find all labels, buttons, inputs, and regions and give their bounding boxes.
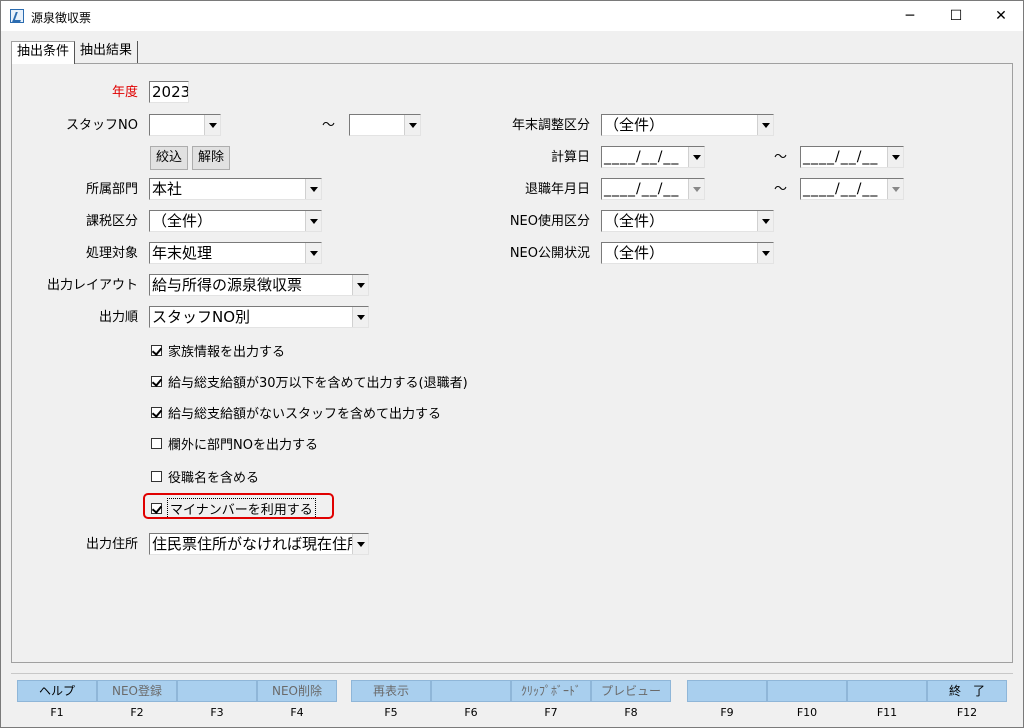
address-label: 出力住所	[85, 537, 138, 552]
chevron-down-icon[interactable]	[404, 115, 420, 135]
tax-select[interactable]: （全件）	[149, 210, 322, 232]
close-button[interactable]: ✕	[978, 1, 1024, 31]
chevron-down-icon[interactable]	[887, 147, 903, 167]
chevron-down-icon[interactable]	[305, 211, 321, 231]
app-icon	[10, 9, 24, 23]
checkbox-box[interactable]	[151, 375, 162, 387]
retire-date-to[interactable]: ____/__/__	[800, 178, 904, 200]
release-button[interactable]: 解除	[192, 146, 230, 170]
layout-select[interactable]: 給与所得の源泉徴収票	[149, 274, 369, 296]
include-position-checkbox[interactable]: 役職名を含める	[151, 467, 259, 486]
retire-date-label: 退職年月日	[524, 182, 590, 197]
chevron-down-icon[interactable]	[352, 307, 368, 327]
range-tilde: ～	[774, 150, 788, 165]
checkbox-box[interactable]	[151, 437, 162, 449]
staff-from-select[interactable]	[149, 114, 221, 136]
function-key-bar: ヘルプ NEO登録 NEO削除 再表示 ｸﾘｯﾌﾟﾎﾞｰﾄﾞ プレビュー 終 了…	[11, 673, 1013, 719]
fkey-label: F3	[210, 706, 224, 719]
checkbox-box[interactable]	[151, 344, 162, 356]
fkey-label: F12	[956, 706, 978, 719]
preview-button[interactable]: プレビュー	[591, 680, 671, 702]
chevron-down-icon[interactable]	[305, 179, 321, 199]
checkbox-box[interactable]	[151, 470, 162, 482]
yearend-select[interactable]: （全件）	[601, 114, 774, 136]
year-input[interactable]: 2023	[149, 81, 189, 103]
neo-use-label: NEO使用区分	[509, 214, 590, 229]
order-label: 出力順	[98, 310, 138, 325]
window-title: 源泉徴収票	[31, 11, 92, 25]
range-tilde: ～	[322, 118, 336, 133]
range-tilde: ～	[774, 182, 788, 197]
refresh-button[interactable]: 再表示	[351, 680, 431, 702]
calc-date-label: 計算日	[550, 150, 590, 165]
conditions-panel: 年度 2023 スタッフNO ～ 絞込 解除 所属部門 本社 課税区分 （全件）…	[11, 63, 1013, 663]
chevron-down-icon[interactable]	[887, 179, 903, 199]
target-select[interactable]: 年末処理	[149, 242, 322, 264]
chevron-down-icon[interactable]	[352, 534, 368, 554]
f11-button[interactable]	[847, 680, 927, 702]
fkey-label: F9	[720, 706, 734, 719]
neo-delete-button[interactable]: NEO削除	[257, 680, 337, 702]
dept-no-margin-checkbox[interactable]: 欄外に部門NOを出力する	[151, 434, 318, 453]
f6-button[interactable]	[431, 680, 511, 702]
help-button[interactable]: ヘルプ	[17, 680, 97, 702]
yearend-label: 年末調整区分	[511, 118, 590, 133]
fkey-label: F10	[796, 706, 818, 719]
maximize-button[interactable]: ☐	[933, 1, 979, 31]
f10-button[interactable]	[767, 680, 847, 702]
fkey-label: F4	[290, 706, 304, 719]
address-select[interactable]: 住民票住所がなければ現在住所	[149, 533, 369, 555]
neo-register-button[interactable]: NEO登録	[97, 680, 177, 702]
neo-use-select[interactable]: （全件）	[601, 210, 774, 232]
chevron-down-icon[interactable]	[352, 275, 368, 295]
chevron-down-icon[interactable]	[688, 179, 704, 199]
exit-button[interactable]: 終 了	[927, 680, 1007, 702]
include-under-300k-checkbox[interactable]: 給与総支給額が30万以下を含めて出力する(退職者)	[151, 372, 468, 391]
fkey-label: F6	[464, 706, 478, 719]
chevron-down-icon[interactable]	[305, 243, 321, 263]
dept-select[interactable]: 本社	[149, 178, 322, 200]
tab-extract-results[interactable]: 抽出結果	[75, 41, 139, 63]
tax-label: 課税区分	[85, 214, 138, 229]
f3-button[interactable]	[177, 680, 257, 702]
fkey-label: F11	[876, 706, 898, 719]
neo-pub-label: NEO公開状況	[509, 246, 590, 261]
title-bar: 源泉徴収票 ─ ☐ ✕	[1, 1, 1023, 31]
f9-button[interactable]	[687, 680, 767, 702]
staff-to-select[interactable]	[349, 114, 421, 136]
chevron-down-icon[interactable]	[757, 115, 773, 135]
chevron-down-icon[interactable]	[757, 243, 773, 263]
fkey-label: F8	[624, 706, 638, 719]
staff-no-label: スタッフNO	[66, 118, 138, 133]
target-label: 処理対象	[85, 246, 138, 261]
order-select[interactable]: スタッフNO別	[149, 306, 369, 328]
fkey-label: F5	[384, 706, 398, 719]
minimize-button[interactable]: ─	[887, 1, 933, 31]
chevron-down-icon[interactable]	[204, 115, 220, 135]
fkey-label: F1	[50, 706, 64, 719]
neo-pub-select[interactable]: （全件）	[601, 242, 774, 264]
clipboard-button[interactable]: ｸﾘｯﾌﾟﾎﾞｰﾄﾞ	[511, 680, 591, 702]
dept-label: 所属部門	[85, 182, 138, 197]
layout-label: 出力レイアウト	[46, 278, 138, 293]
calc-date-from[interactable]: ____/__/__	[601, 146, 705, 168]
chevron-down-icon[interactable]	[688, 147, 704, 167]
family-info-checkbox[interactable]: 家族情報を出力する	[151, 341, 285, 360]
retire-date-from[interactable]: ____/__/__	[601, 178, 705, 200]
narrow-button[interactable]: 絞込	[150, 146, 188, 170]
year-label: 年度	[111, 85, 138, 100]
chevron-down-icon[interactable]	[757, 211, 773, 231]
tab-strip: 抽出条件 抽出結果	[11, 41, 139, 64]
checkbox-box[interactable]	[151, 406, 162, 418]
calc-date-to[interactable]: ____/__/__	[800, 146, 904, 168]
annotation-highlight	[143, 493, 334, 519]
tab-extract-conditions[interactable]: 抽出条件	[11, 41, 76, 64]
include-no-pay-checkbox[interactable]: 給与総支給額がないスタッフを含めて出力する	[151, 403, 441, 422]
fkey-label: F7	[544, 706, 558, 719]
fkey-label: F2	[130, 706, 144, 719]
main-window: 源泉徴収票 ─ ☐ ✕ 抽出条件 抽出結果 年度 2023 スタッフNO ～ 絞…	[0, 0, 1024, 728]
